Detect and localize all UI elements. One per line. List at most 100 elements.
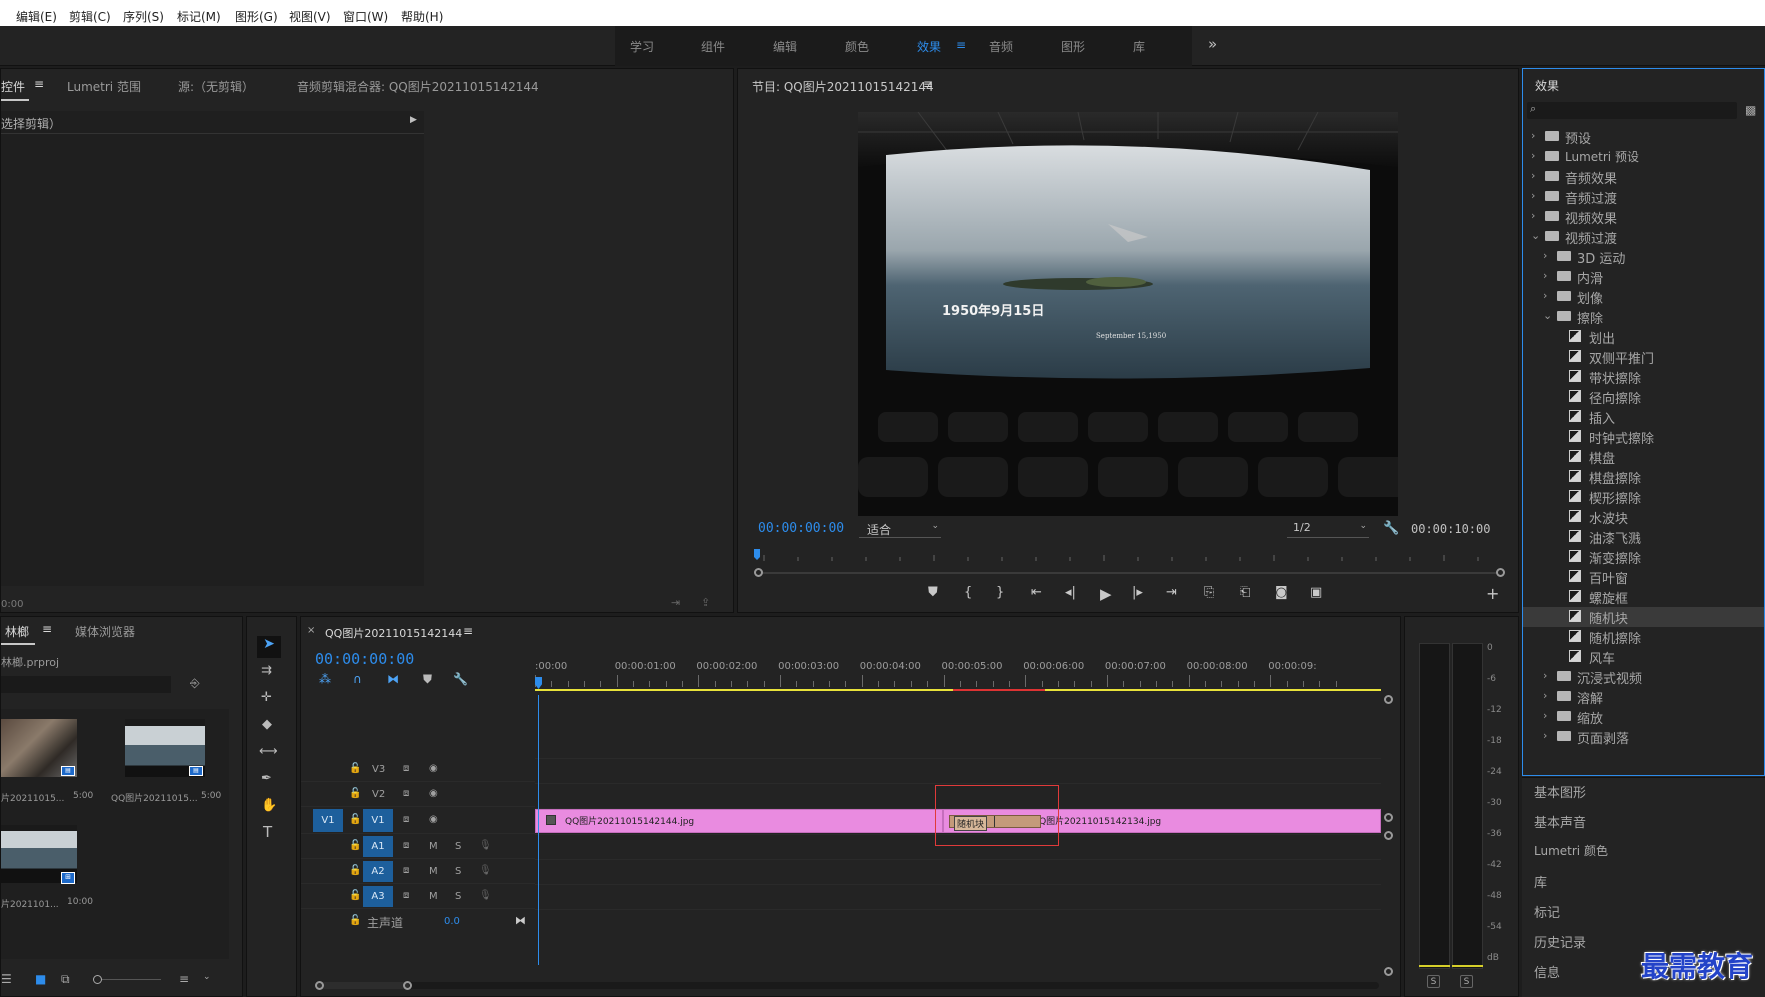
chevron-down-icon[interactable]: ⌄ (1543, 309, 1552, 322)
effect-item[interactable]: 百叶窗 (1523, 567, 1764, 587)
panel-libraries[interactable]: 库 (1534, 872, 1547, 891)
nest-icon[interactable]: ⁂ (319, 672, 331, 686)
effect-item[interactable]: 螺旋框 (1523, 587, 1764, 607)
scroll-handle-right[interactable] (403, 981, 412, 990)
project-item[interactable]: ▤ QQ图片20211015... 5:00 (111, 709, 229, 817)
effects-folder[interactable]: › 预设 (1523, 127, 1764, 147)
chevron-right-icon[interactable]: › (1531, 149, 1535, 162)
effects-panel-title[interactable]: 效果 (1535, 77, 1559, 94)
workspace-effects[interactable]: 效果 (917, 38, 941, 55)
close-icon[interactable]: × (307, 625, 315, 636)
workspace-editing[interactable]: 编辑 (773, 38, 797, 55)
chevron-right-icon[interactable]: › (1543, 689, 1547, 702)
sync-lock-icon[interactable]: ⧈ (403, 814, 409, 825)
effect-item[interactable]: 棋盘 (1523, 447, 1764, 467)
effect-item[interactable]: 随机擦除 (1523, 627, 1764, 647)
microphone-icon[interactable]: 🎙 (479, 840, 492, 851)
solo-button[interactable]: S (455, 866, 461, 877)
go-to-in-icon[interactable]: ⇤ (1031, 585, 1042, 600)
effects-folder[interactable]: › 3D 运动 (1523, 247, 1764, 267)
source-patch-v1[interactable]: V1 (313, 809, 343, 832)
lock-icon[interactable]: 🔓 (349, 763, 361, 774)
wrench-icon[interactable]: 🔧 (1383, 521, 1399, 536)
mute-button[interactable]: M (429, 866, 438, 877)
menu-graphics[interactable]: 图形(G) (235, 8, 278, 25)
zoom-handle-right[interactable] (1496, 568, 1505, 577)
track-target-a1[interactable]: A1 (363, 836, 393, 857)
icon-view-icon[interactable]: ■ (35, 972, 46, 986)
sort-icon[interactable]: ≡ (179, 972, 189, 986)
play-icon[interactable]: ▶ (1100, 585, 1112, 603)
lock-icon[interactable]: 🔓 (349, 915, 361, 926)
chevron-right-icon[interactable]: › (1543, 249, 1547, 262)
effects-folder[interactable]: › 溶解 (1523, 687, 1764, 707)
effects-folder[interactable]: › 沉浸式视频 (1523, 667, 1764, 687)
scroll-thumb[interactable] (315, 982, 409, 989)
effects-search-input[interactable]: ⌕ (1527, 102, 1737, 119)
mute-button[interactable]: M (429, 891, 438, 902)
menu-clip[interactable]: 剪辑(C) (69, 8, 111, 25)
track-area[interactable]: QQ图片20211015142144.jpg QQ图片2021101514213… (535, 695, 1381, 965)
workspace-learn[interactable]: 学习 (630, 38, 654, 55)
solo-button[interactable]: S (455, 841, 461, 852)
add-marker-icon[interactable]: ⛊ (928, 585, 938, 600)
effects-folder[interactable]: › 音频效果 (1523, 167, 1764, 187)
panel-essential-graphics[interactable]: 基本图形 (1534, 782, 1586, 801)
lock-icon[interactable]: 🔓 (349, 840, 361, 851)
eye-icon[interactable]: ◉ (429, 763, 438, 774)
program-current-timecode[interactable]: 00:00:00:00 (758, 521, 844, 536)
tab-effect-controls[interactable]: 控件 (1, 78, 25, 95)
master-volume-value[interactable]: 0.0 (444, 916, 460, 927)
menu-edit[interactable]: 编辑(E) (16, 8, 57, 25)
slip-tool-icon[interactable]: ⟷ (259, 744, 278, 759)
timeline-horizontal-scrollbar[interactable] (315, 980, 1379, 992)
program-menu-icon[interactable]: ≡ (923, 77, 933, 91)
chevron-down-icon[interactable]: ⌄ (1531, 229, 1540, 242)
zoom-handle-left[interactable] (754, 568, 763, 577)
effect-item[interactable]: 楔形擦除 (1523, 487, 1764, 507)
audio-scroll-handle-top[interactable] (1384, 831, 1393, 840)
thumbnail-size-slider[interactable] (93, 979, 161, 980)
program-video-frame[interactable]: 1950年9月15日 September 15,1950 (858, 112, 1398, 516)
effect-item[interactable]: 油漆飞溅 (1523, 527, 1764, 547)
track-target-a2[interactable]: A2 (363, 861, 393, 882)
slider-handle[interactable] (93, 975, 102, 984)
chevron-right-icon[interactable]: › (1543, 269, 1547, 282)
tab-lumetri-scopes[interactable]: Lumetri 范围 (67, 78, 141, 95)
tab-audio-clip-mixer[interactable]: 音频剪辑混合器: QQ图片20211015142144 (297, 78, 539, 95)
chevron-right-icon[interactable]: › (1531, 189, 1535, 202)
program-scrubber[interactable] (754, 547, 1506, 561)
panel-essential-sound[interactable]: 基本声音 (1534, 812, 1586, 831)
master-expand-icon[interactable]: ⧓ (515, 914, 526, 927)
effect-item[interactable]: 时钟式擦除 (1523, 427, 1764, 447)
effects-folder[interactable]: › 页面剥落 (1523, 727, 1764, 747)
step-back-icon[interactable]: ◂| (1065, 585, 1076, 600)
razor-tool-icon[interactable]: ◆ (262, 717, 272, 732)
eye-icon[interactable]: ◉ (429, 788, 438, 799)
timeline-clip-1[interactable]: QQ图片20211015142144.jpg (535, 809, 943, 833)
solo-right-button[interactable]: S (1460, 975, 1473, 988)
effect-item[interactable]: 划出 (1523, 327, 1764, 347)
microphone-icon[interactable]: 🎙 (479, 865, 492, 876)
track-select-tool-icon[interactable]: ⇉ (261, 663, 272, 678)
lock-icon[interactable]: 🔓 (349, 788, 361, 799)
program-zoom-bar[interactable] (754, 568, 1506, 578)
chevron-right-icon[interactable]: › (1531, 169, 1535, 182)
hand-tool-icon[interactable]: ✋ (261, 798, 277, 813)
sequence-tab[interactable]: QQ图片20211015142144 (325, 625, 462, 641)
solo-button[interactable]: S (455, 891, 461, 902)
new-bin-icon[interactable]: ▩ (1745, 103, 1756, 117)
workspace-assembly[interactable]: 组件 (701, 38, 725, 55)
chevron-right-icon[interactable]: › (1543, 669, 1547, 682)
go-to-out-icon[interactable]: ⇥ (1166, 585, 1177, 600)
timeline-timecode[interactable]: 00:00:00:00 (315, 650, 414, 668)
panel-lumetri-color[interactable]: Lumetri 颜色 (1534, 842, 1608, 859)
effect-item[interactable]: 径向擦除 (1523, 387, 1764, 407)
tab-source[interactable]: 源:（无剪辑） (178, 78, 254, 95)
menu-view[interactable]: 视图(V) (289, 8, 331, 25)
sync-lock-icon[interactable]: ⧈ (403, 840, 409, 851)
lock-icon[interactable]: 🔓 (349, 865, 361, 876)
type-tool-icon[interactable]: T (263, 823, 272, 841)
selection-tool-icon[interactable]: ➤ (257, 636, 281, 658)
effect-item[interactable]: 水波块 (1523, 507, 1764, 527)
